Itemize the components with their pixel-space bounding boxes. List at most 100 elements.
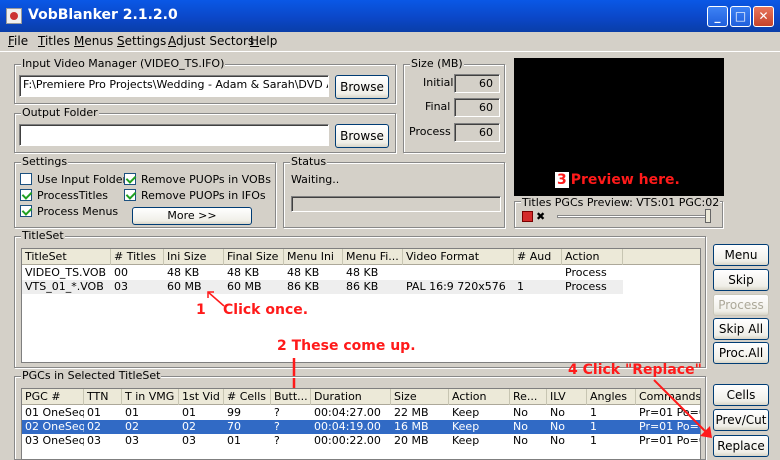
- col-video-format[interactable]: Video Format: [403, 249, 514, 265]
- output-folder-field[interactable]: [19, 124, 329, 146]
- cell-action: Process: [565, 266, 607, 279]
- minimize-button[interactable]: _: [707, 6, 728, 27]
- pgcs-table[interactable]: PGC # TTN T in VMG 1st Vid # Cells Butt.…: [21, 388, 701, 460]
- process-label: Process: [409, 125, 451, 138]
- replace-button[interactable]: Replace: [713, 435, 769, 457]
- cell-1st-vid: 01: [182, 406, 196, 419]
- skip-button[interactable]: Skip: [713, 269, 769, 291]
- menu-menus[interactable]: Menus: [74, 34, 113, 48]
- col-re[interactable]: Re...: [510, 389, 547, 405]
- cell-action: Keep: [452, 420, 480, 433]
- col-pgc[interactable]: PGC #: [22, 389, 84, 405]
- stop-icon[interactable]: ✖: [536, 210, 545, 223]
- annotation-preview-here: 3 Preview here.: [555, 172, 682, 188]
- app-icon[interactable]: [6, 8, 22, 24]
- col-menu-final[interactable]: Menu Fi...: [343, 249, 403, 265]
- table-row[interactable]: VTS_01_*.VOB 03 60 MB 60 MB 86 KB 86 KB …: [22, 280, 623, 294]
- menu-help[interactable]: Help: [250, 34, 277, 48]
- cell-angles: 1: [590, 434, 597, 447]
- remove-puops-vobs-text: Remove PUOPs in VOBs: [141, 173, 271, 186]
- cell-final-size: 48 KB: [227, 266, 260, 279]
- prev-cut-button[interactable]: Prev/Cut: [713, 409, 769, 431]
- col-aud[interactable]: # Aud: [514, 249, 562, 265]
- col-menu-ini[interactable]: Menu Ini: [284, 249, 343, 265]
- cell-pgc: 01 OneSeq: [25, 406, 84, 419]
- col-ini-size[interactable]: Ini Size: [164, 249, 224, 265]
- skip-all-button[interactable]: Skip All: [713, 318, 769, 340]
- col-size[interactable]: Size: [391, 389, 449, 405]
- cell-aud: [514, 266, 562, 280]
- table-row[interactable]: VIDEO_TS.VOB 00 48 KB 48 KB 48 KB 48 KB …: [22, 266, 623, 280]
- process-menus-text: Process Menus: [37, 205, 119, 218]
- cell-video-format: [403, 266, 514, 280]
- col-action[interactable]: Action: [449, 389, 510, 405]
- play-icon[interactable]: [522, 211, 533, 222]
- col-buttons[interactable]: Butt...: [271, 389, 311, 405]
- cell-angles: 1: [590, 406, 597, 419]
- input-path-field[interactable]: F:\Premiere Pro Projects\Wedding - Adam …: [19, 75, 329, 97]
- cell-duration: 00:00:22.00: [314, 434, 381, 447]
- menu-file[interactable]: File: [8, 34, 28, 48]
- cell-commands: Pr=01 Po=03: [639, 434, 700, 447]
- cell-ilv: No: [550, 420, 565, 433]
- col-cells[interactable]: # Cells: [224, 389, 271, 405]
- cell-size: 22 MB: [394, 406, 429, 419]
- cell-cells: 99: [227, 406, 241, 419]
- preview-slider-track[interactable]: [557, 215, 707, 218]
- col-duration[interactable]: Duration: [311, 389, 391, 405]
- table-row[interactable]: 01 OneSeq 01 01 01 99 ? 00:04:27.00 22 M…: [22, 406, 700, 420]
- cell-commands: Pr=01 Po=02: [639, 420, 700, 433]
- process-titles-checkbox[interactable]: ProcessTitles: [20, 189, 108, 202]
- cell-final-size: 60 MB: [227, 280, 262, 293]
- title-bar[interactable]: VobBlanker 2.1.2.0 _ □ ✕: [0, 0, 780, 32]
- col-titleset[interactable]: TitleSet: [22, 249, 111, 265]
- remove-puops-vobs-checkbox[interactable]: Remove PUOPs in VOBs: [124, 173, 271, 186]
- cell-buttons: ?: [274, 434, 280, 447]
- table-row[interactable]: 03 OneSeq 03 03 03 01 ? 00:00:22.00 20 M…: [22, 434, 700, 448]
- col-titles[interactable]: # Titles: [111, 249, 164, 265]
- input-browse-button[interactable]: Browse: [335, 75, 389, 99]
- input-video-manager-group: Input Video Manager (VIDEO_TS.IFO) F:\Pr…: [14, 57, 396, 104]
- input-video-manager-label: Input Video Manager (VIDEO_TS.IFO): [21, 57, 226, 70]
- preview-slider-thumb[interactable]: [705, 209, 711, 223]
- checkbox-icon: [20, 173, 32, 185]
- cell-action: Keep: [452, 406, 480, 419]
- close-button[interactable]: ✕: [753, 6, 774, 27]
- more-button[interactable]: More >>: [132, 207, 252, 225]
- col-ilv[interactable]: ILV: [547, 389, 587, 405]
- menu-settings[interactable]: Settings: [117, 34, 166, 48]
- table-row-selected[interactable]: 02 OneSeq 02 02 02 70 ? 00:04:19.00 16 M…: [22, 420, 700, 434]
- status-label: Status: [290, 155, 328, 168]
- menu-adjust-sectors[interactable]: Adjust Sectors: [168, 34, 254, 48]
- col-angles[interactable]: Angles: [587, 389, 636, 405]
- cells-button[interactable]: Cells: [713, 384, 769, 406]
- menu-titles[interactable]: Titles: [38, 34, 70, 48]
- pgcs-label: PGCs in Selected TitleSet: [21, 369, 162, 382]
- checkmark-icon: [124, 189, 136, 201]
- maximize-button[interactable]: □: [730, 6, 751, 27]
- col-t-in-vmg[interactable]: T in VMG: [122, 389, 179, 405]
- process-menus-checkbox[interactable]: Process Menus: [20, 205, 118, 218]
- settings-group: Settings Use Input Folder ProcessTitles …: [14, 155, 276, 228]
- cell-buttons: ?: [274, 406, 280, 419]
- process-all-button[interactable]: Proc.All: [713, 342, 769, 364]
- col-final-size[interactable]: Final Size: [224, 249, 284, 265]
- col-ttn[interactable]: TTN: [84, 389, 122, 405]
- use-input-folder-checkbox[interactable]: Use Input Folder: [20, 173, 127, 186]
- annotation-1-number: 1: [196, 302, 206, 318]
- process-button[interactable]: Process: [713, 294, 769, 316]
- output-browse-button[interactable]: Browse: [335, 124, 389, 148]
- cell-cells: 01: [227, 434, 241, 447]
- cell-re: No: [513, 434, 528, 447]
- col-commands[interactable]: Commands: [636, 389, 700, 405]
- col-action[interactable]: Action: [562, 249, 623, 265]
- annotation-click-replace: 4 Click "Replace": [568, 362, 702, 378]
- menu-button[interactable]: Menu: [713, 244, 769, 266]
- preview-info-label: Titles PGCs Preview: VTS:01 PGC:02: [521, 196, 721, 209]
- annotation-3-text: Preview here.: [568, 172, 682, 188]
- titleset-header: TitleSet # Titles Ini Size Final Size Me…: [22, 249, 700, 265]
- col-1st-vid[interactable]: 1st Vid: [179, 389, 224, 405]
- cell-1st-vid: 02: [182, 420, 196, 433]
- cell-ttn: 01: [87, 406, 101, 419]
- remove-puops-ifos-checkbox[interactable]: Remove PUOPs in IFOs: [124, 189, 266, 202]
